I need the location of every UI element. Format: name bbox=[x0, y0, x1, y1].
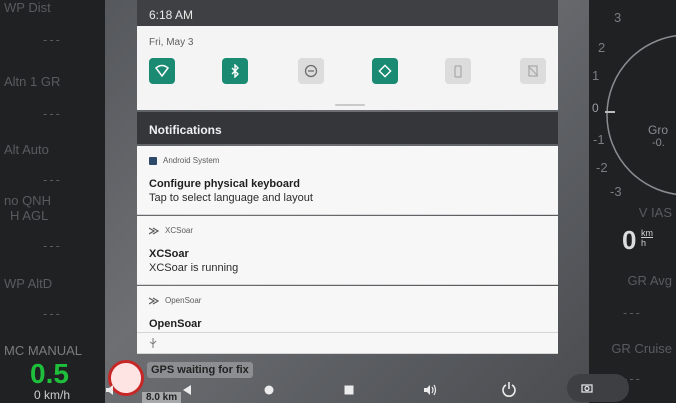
battery-saver-icon bbox=[454, 65, 462, 78]
home-icon[interactable] bbox=[264, 385, 274, 395]
wifi-icon bbox=[155, 64, 169, 78]
back-icon[interactable] bbox=[181, 383, 193, 397]
bluetooth-tile[interactable] bbox=[222, 58, 248, 84]
infobox-title: Altn 1 GR bbox=[4, 74, 61, 89]
notification-usb[interactable] bbox=[137, 333, 558, 354]
do-not-disturb-icon bbox=[304, 64, 318, 78]
notification-opensoar[interactable]: OpenSoar OpenSoar bbox=[137, 286, 558, 333]
volume-down-icon[interactable] bbox=[104, 383, 118, 397]
mc-value: 0.5 bbox=[30, 358, 69, 389]
infobox-title: WP AltD bbox=[4, 276, 53, 291]
vario-tick-1: 1 bbox=[592, 68, 599, 83]
infobox-value: --- bbox=[43, 306, 62, 321]
notification-app-name: OpenSoar bbox=[165, 296, 202, 305]
status-bar: 6:18 AM bbox=[137, 0, 558, 26]
vario-tick-m1: -1 bbox=[593, 132, 605, 147]
vario-tick-m2: -2 bbox=[596, 160, 608, 175]
wifi-tile[interactable] bbox=[149, 58, 175, 84]
notification-android-system[interactable]: Android System Configure physical keyboa… bbox=[137, 146, 558, 215]
infobox-wp-altd[interactable]: WP AltD --- bbox=[0, 276, 105, 342]
infobox-alt-auto[interactable]: Alt Auto --- no QNH bbox=[0, 142, 105, 208]
mc-label: MC MANUAL bbox=[4, 343, 83, 358]
notifications-header-label: Notifications bbox=[149, 123, 222, 137]
infobox-title: WP Dist bbox=[4, 0, 51, 15]
notifications-header: Notifications bbox=[137, 112, 558, 144]
quick-settings-drag-handle[interactable] bbox=[335, 104, 365, 106]
infobox-subtitle: no QNH bbox=[4, 193, 51, 208]
infobox-title: GR Avg bbox=[627, 273, 672, 288]
infobox-title: GR Cruise bbox=[611, 341, 672, 356]
opensoar-icon bbox=[149, 296, 159, 305]
ground-speed: 0 km/h bbox=[34, 388, 71, 402]
infobox-value: --- bbox=[43, 32, 62, 47]
xcsoar-icon bbox=[149, 226, 159, 235]
infobox-h-agl[interactable]: H AGL --- bbox=[0, 208, 105, 272]
vario-label-gro: Gro bbox=[648, 123, 668, 137]
infobox-title: Alt Auto bbox=[4, 142, 49, 157]
notification-title: XCSoar bbox=[149, 248, 189, 260]
volume-up-icon[interactable] bbox=[423, 383, 437, 397]
screenshot-button[interactable] bbox=[567, 374, 629, 402]
notification-app-row: XCSoar bbox=[149, 226, 193, 235]
infobox-gr-avg[interactable]: GR Avg --- bbox=[589, 273, 676, 339]
camera-icon bbox=[581, 384, 593, 393]
infobox-value: --- bbox=[43, 106, 62, 121]
infobox-value: --- bbox=[43, 172, 62, 187]
notification-text: XCSoar is running bbox=[149, 262, 239, 274]
status-time: 6:18 AM bbox=[149, 8, 194, 22]
quick-settings-panel: Fri, May 3 bbox=[137, 26, 558, 110]
vario-gauge: 3 2 1 0 -1 -2 -3 Gro -0. bbox=[592, 10, 676, 199]
notification-app-row: OpenSoar bbox=[149, 296, 201, 305]
auto-rotate-icon bbox=[378, 64, 392, 78]
do-not-disturb-tile[interactable] bbox=[298, 58, 324, 84]
vario-label-value: -0. bbox=[652, 137, 665, 149]
auto-rotate-tile[interactable] bbox=[372, 58, 398, 84]
bluetooth-icon bbox=[231, 64, 239, 78]
airplane-mode-tile[interactable] bbox=[520, 58, 546, 84]
notification-text: Tap to select language and layout bbox=[149, 192, 313, 204]
notification-app-row: Android System bbox=[149, 156, 219, 165]
gps-status-label: GPS waiting for fix bbox=[147, 362, 253, 378]
power-icon[interactable] bbox=[501, 381, 517, 397]
recents-icon[interactable] bbox=[344, 385, 354, 395]
ias-unit: km h bbox=[641, 228, 653, 248]
vario-tick-0: 0 bbox=[592, 101, 599, 115]
vario-tick-3: 3 bbox=[614, 10, 621, 25]
notification-app-name: XCSoar bbox=[165, 226, 194, 235]
airplane-mode-icon bbox=[527, 65, 539, 77]
android-system-icon bbox=[149, 156, 157, 165]
notification-xcsoar[interactable]: XCSoar XCSoar XCSoar is running bbox=[137, 216, 558, 285]
infobox-value: --- bbox=[43, 238, 62, 253]
gps-distance-label: 8.0 km bbox=[142, 392, 182, 403]
infobox-title: H AGL bbox=[10, 208, 49, 223]
infobox-value: --- bbox=[623, 305, 642, 320]
notification-app-name: Android System bbox=[163, 156, 220, 165]
infobox-wp-dist[interactable]: WP Dist --- bbox=[0, 0, 105, 70]
vario-tick-m3: -3 bbox=[610, 184, 622, 199]
usb-icon bbox=[149, 338, 157, 348]
battery-saver-tile[interactable] bbox=[445, 58, 471, 84]
quick-settings-date: Fri, May 3 bbox=[149, 37, 194, 48]
ias-value: 0 bbox=[622, 225, 637, 255]
notification-title: OpenSoar bbox=[149, 318, 202, 330]
notification-title: Configure physical keyboard bbox=[149, 178, 300, 190]
vario-tick-2: 2 bbox=[598, 40, 605, 55]
infobox-altn-gr[interactable]: Altn 1 GR --- bbox=[0, 74, 105, 144]
